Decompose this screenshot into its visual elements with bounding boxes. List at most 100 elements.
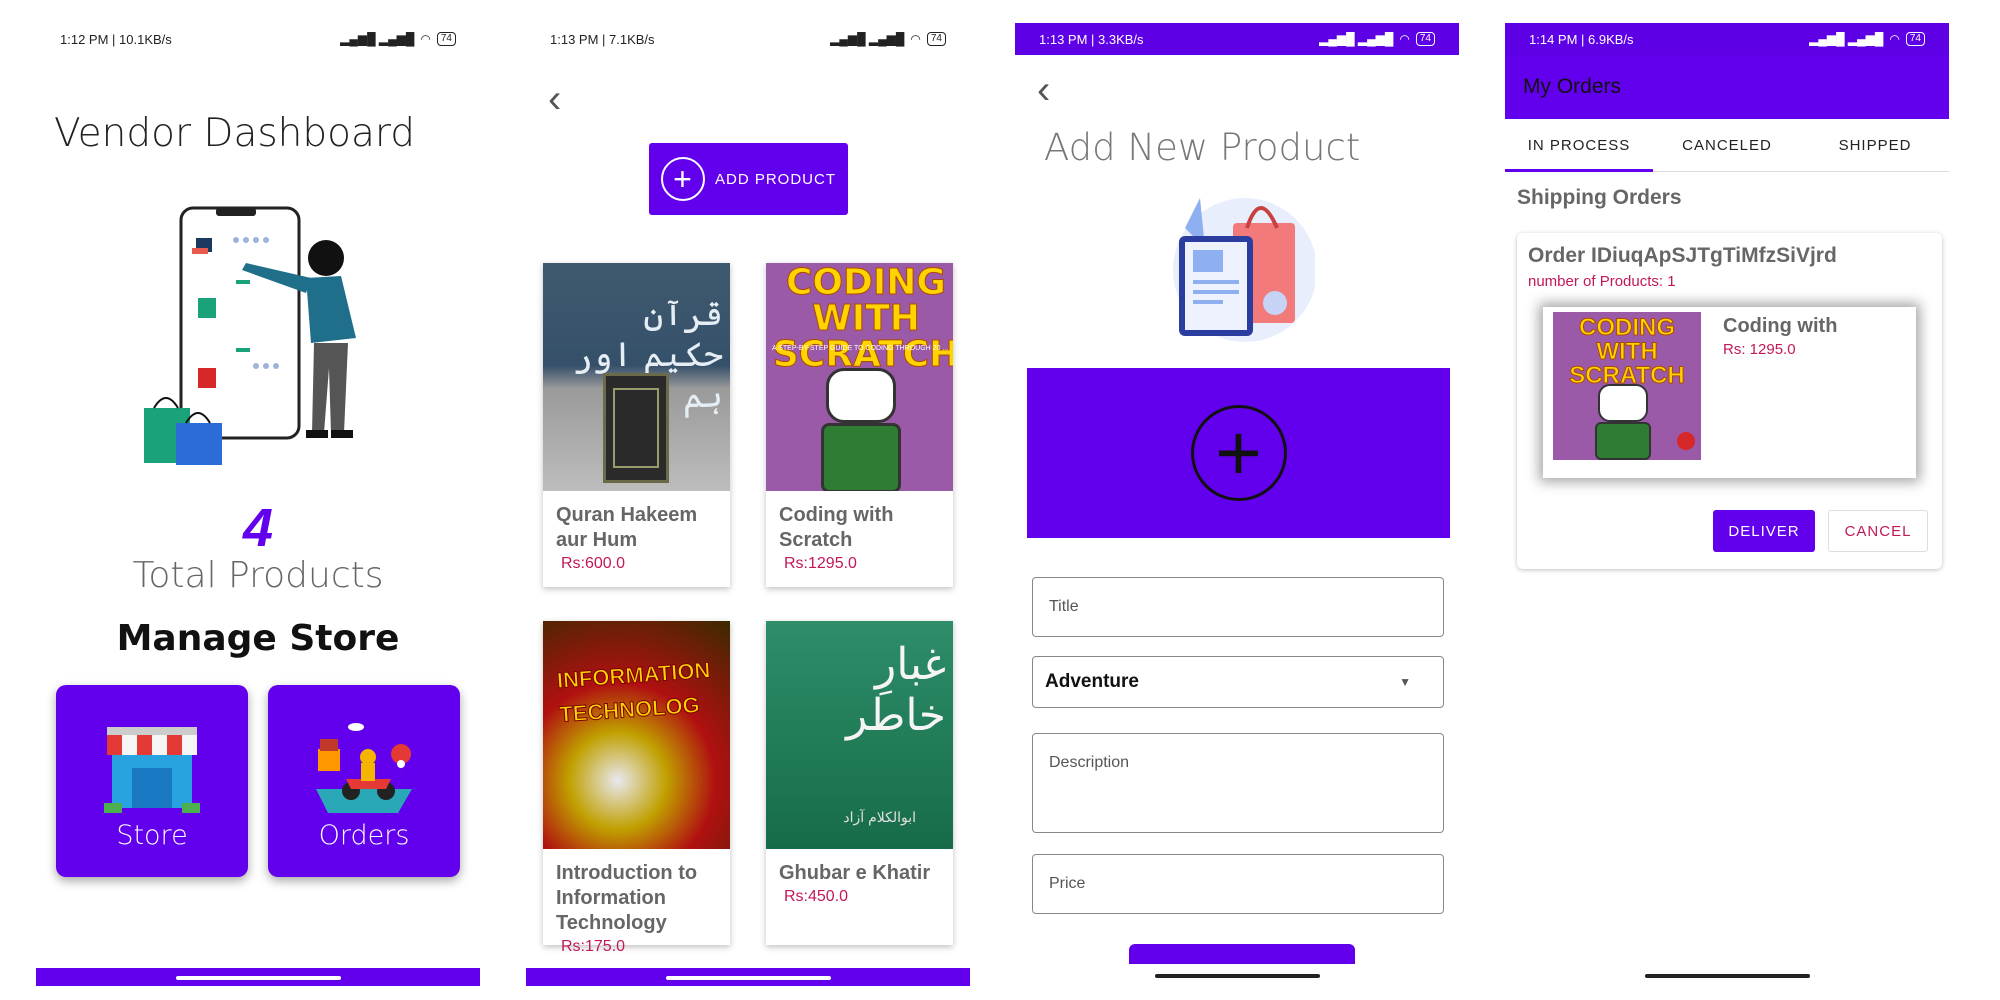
add-product-screen: 1:13 PM | 3.3KB/s ▂▄▆█ ▂▄▆█ ◠ 74 ‹ Add N… [1015, 23, 1459, 986]
products-screen: 1:13 PM | 7.1KB/s ▂▄▆█ ▂▄▆█ ◠ 74 ‹ + ADD… [526, 23, 970, 986]
store-tile-button[interactable]: Store [56, 685, 248, 877]
order-item-price: Rs: 1295.0 [1723, 341, 1796, 358]
product-cover: غبارِ خاطر ابوالکلام آزاد [766, 621, 953, 849]
title-field[interactable]: Title [1032, 577, 1444, 637]
product-title: Coding with Scratch [779, 504, 894, 551]
store-tile-label: Store [116, 820, 188, 851]
description-placeholder: Description [1049, 754, 1130, 771]
navigation-bar [36, 968, 480, 986]
submit-button[interactable] [1129, 944, 1355, 964]
battery-icon: 74 [1905, 32, 1925, 46]
product-price: Rs:175.0 [561, 938, 626, 955]
status-bar: 1:13 PM | 3.3KB/s ▂▄▆█ ▂▄▆█ ◠ 74 [1015, 23, 1459, 55]
page-title: Vendor Dashboard [54, 111, 415, 156]
status-bar: 1:13 PM | 7.1KB/s ▂▄▆█ ▂▄▆█ ◠ 74 [526, 23, 970, 55]
cover-subtitle: A STEP-BY-STEP GUIDE TO CODING THROUGH 2… [772, 345, 949, 352]
tab-in-process[interactable]: IN PROCESS [1505, 119, 1653, 172]
price-placeholder: Price [1049, 875, 1086, 892]
order-item-title: Coding with [1723, 315, 1838, 337]
home-indicator[interactable] [1645, 974, 1810, 978]
dashboard-illustration [144, 206, 356, 465]
orders-tile-button[interactable]: Orders [268, 685, 460, 877]
home-indicator[interactable] [1155, 974, 1320, 978]
wifi-icon: ◠ [420, 32, 431, 46]
signal-icon: ▂▄▆█ ▂▄▆█ [830, 32, 905, 46]
delivery-icon [316, 723, 412, 813]
status-icons: ▂▄▆█ ▂▄▆█ ◠ 74 [340, 32, 456, 46]
product-count: 4 [242, 498, 274, 558]
order-tabs: IN PROCESS CANCELED SHIPPED [1505, 119, 1949, 172]
plus-icon: + [661, 157, 705, 201]
orders-tile-label: Orders [318, 820, 410, 851]
wifi-icon: ◠ [1399, 32, 1410, 46]
shopping-illustration [1173, 198, 1315, 342]
status-time: 1:14 PM | 6.9KB/s [1529, 31, 1634, 47]
navigation-bar [526, 968, 970, 986]
status-icons: ▂▄▆█ ▂▄▆█ ◠ 74 [830, 32, 946, 46]
price-field[interactable]: Price [1032, 854, 1444, 914]
product-title: Quran Hakeem aur Hum [556, 504, 698, 551]
product-price: Rs:450.0 [784, 888, 849, 905]
status-icons: ▂▄▆█ ▂▄▆█ ◠ 74 [1809, 32, 1925, 46]
product-cover: قرآن حکیم اور ہم [543, 263, 730, 491]
status-bar: 1:12 PM | 10.1KB/s ▂▄▆█ ▂▄▆█ ◠ 74 [36, 23, 480, 55]
order-item[interactable]: CODING WITH SCRATCH Coding with Rs: 1295… [1543, 307, 1916, 478]
product-card[interactable]: CODING WITH SCRATCH A STEP-BY-STEP GUIDE… [766, 263, 953, 587]
battery-icon: 74 [436, 32, 456, 46]
manage-store-heading: Manage Store [116, 618, 400, 659]
cover-title: CODING WITH SCRATCH [1569, 314, 1686, 389]
order-id: Order IDiuqApSJTgTiMfzSiVjrd [1528, 244, 1837, 267]
product-cover: CODING WITH SCRATCH A STEP-BY-STEP GUIDE… [766, 263, 953, 491]
tab-shipped[interactable]: SHIPPED [1801, 119, 1949, 171]
home-indicator[interactable] [666, 976, 831, 980]
deliver-button[interactable]: DELIVER [1713, 510, 1815, 552]
order-product-count: number of Products: 1 [1528, 273, 1676, 290]
status-bar: 1:14 PM | 6.9KB/s ▂▄▆█ ▂▄▆█ ◠ 74 [1505, 23, 1949, 55]
product-cover: INFORMATION TECHNOLOG [543, 621, 730, 849]
section-title: Shipping Orders [1517, 186, 1682, 209]
title-placeholder: Title [1049, 598, 1079, 615]
back-arrow-icon[interactable]: ‹ [1037, 68, 1050, 113]
battery-icon: 74 [926, 32, 946, 46]
cover-title: غبارِ خاطر [846, 639, 946, 741]
signal-icon: ▂▄▆█ ▂▄▆█ [1809, 32, 1884, 46]
dropdown-arrow-icon: ▼ [1399, 675, 1411, 689]
order-item-cover: CODING WITH SCRATCH [1553, 312, 1701, 460]
category-dropdown[interactable]: Adventure ▼ [1032, 656, 1444, 708]
description-field[interactable]: Description [1032, 733, 1444, 833]
add-image-icon: + [1190, 405, 1287, 501]
cancel-button[interactable]: CANCEL [1828, 510, 1928, 552]
product-title: Introduction to Information Technology [556, 862, 698, 934]
back-arrow-icon[interactable]: ‹ [548, 77, 561, 122]
tab-canceled[interactable]: CANCELED [1653, 119, 1801, 171]
wifi-icon: ◠ [1889, 32, 1900, 46]
status-time: 1:12 PM | 10.1KB/s [60, 31, 172, 47]
home-indicator[interactable] [176, 976, 341, 980]
order-card: Order IDiuqApSJTgTiMfzSiVjrd number of P… [1517, 233, 1942, 569]
image-upload-button[interactable]: + [1027, 368, 1450, 538]
battery-icon: 74 [1415, 32, 1435, 46]
add-product-label: ADD PRODUCT [715, 170, 837, 188]
status-time: 1:13 PM | 7.1KB/s [550, 31, 655, 47]
product-price: Rs:600.0 [561, 555, 626, 572]
wifi-icon: ◠ [910, 32, 921, 46]
app-bar: My Orders [1505, 55, 1949, 119]
product-card[interactable]: غبارِ خاطر ابوالکلام آزاد Ghubar e Khati… [766, 621, 953, 945]
cover-title: CODING WITH SCRATCH [772, 263, 953, 375]
add-product-button[interactable]: + ADD PRODUCT [649, 143, 848, 215]
cover-title: INFORMATION TECHNOLOG [556, 657, 712, 728]
total-products-label: Total Products [132, 555, 384, 596]
status-time: 1:13 PM | 3.3KB/s [1039, 31, 1144, 47]
status-icons: ▂▄▆█ ▂▄▆█ ◠ 74 [1319, 32, 1435, 46]
app-bar-title: My Orders [1523, 75, 1622, 98]
category-value: Adventure [1045, 671, 1139, 692]
store-icon [104, 727, 200, 813]
product-card[interactable]: INFORMATION TECHNOLOG Introduction to In… [543, 621, 730, 955]
vendor-dashboard-screen: 1:12 PM | 10.1KB/s ▂▄▆█ ▂▄▆█ ◠ 74 Vendor… [36, 23, 480, 986]
my-orders-screen: 1:14 PM | 6.9KB/s ▂▄▆█ ▂▄▆█ ◠ 74 My Orde… [1505, 23, 1949, 986]
signal-icon: ▂▄▆█ ▂▄▆█ [340, 32, 415, 46]
product-title: Ghubar e Khatir [779, 862, 931, 884]
product-card[interactable]: قرآن حکیم اور ہم Quran Hakeem aur Hum Rs… [543, 263, 730, 587]
cover-subtitle: ابوالکلام آزاد [843, 809, 916, 825]
product-price: Rs:1295.0 [784, 555, 857, 572]
